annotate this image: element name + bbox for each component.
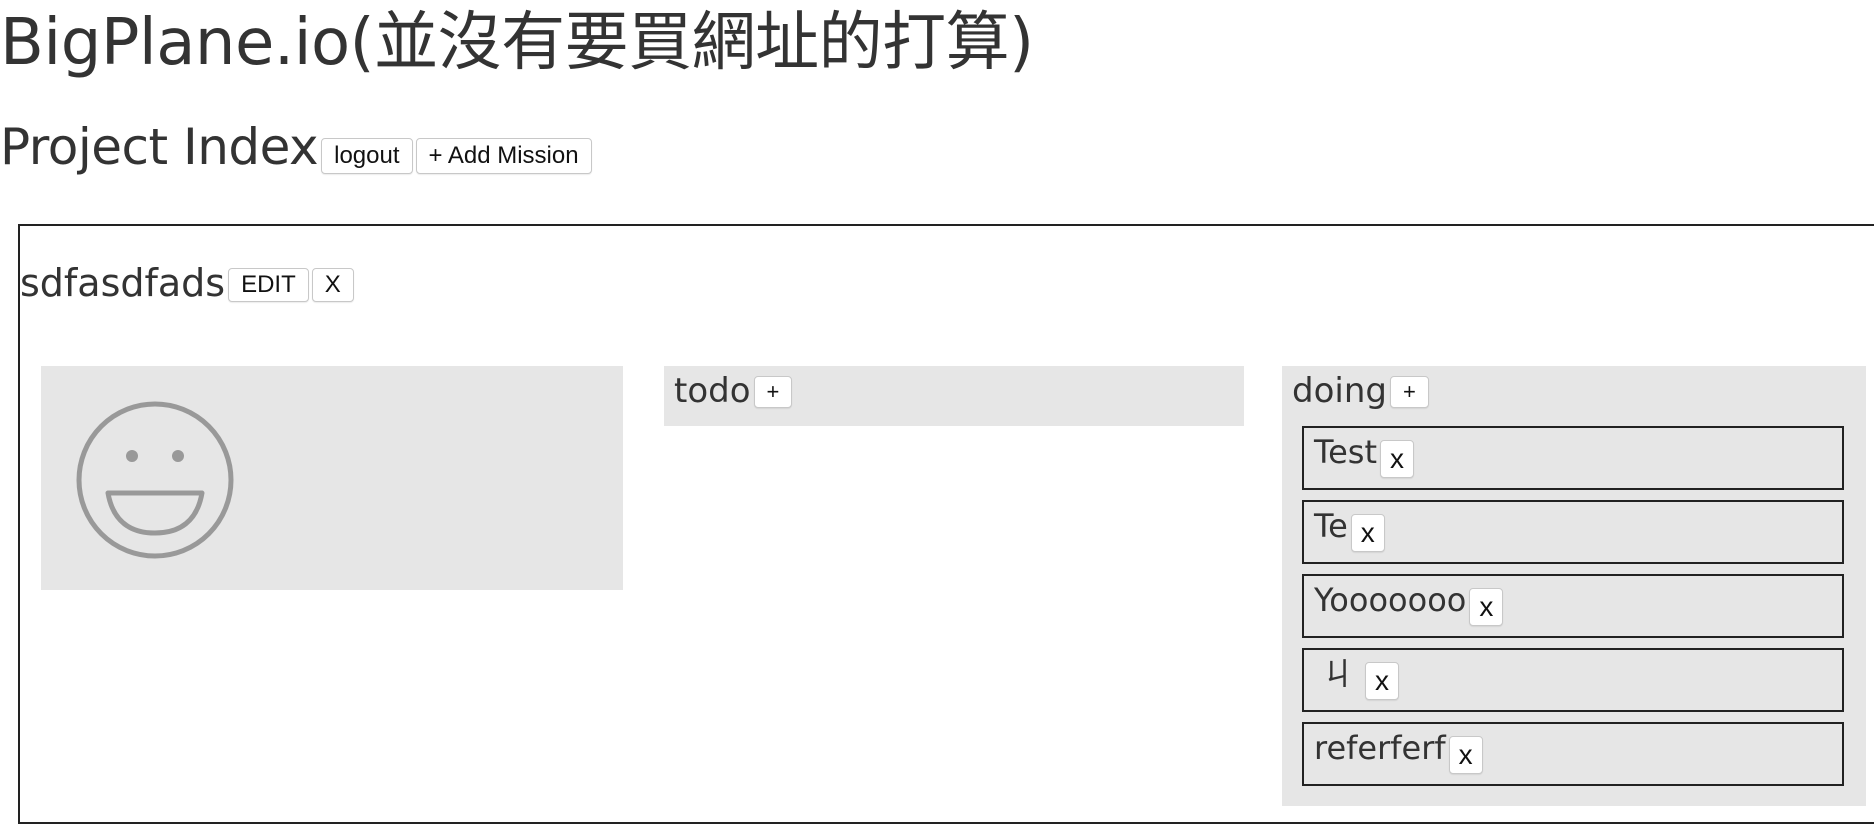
page-header: Project Index logout + Add Mission [0, 118, 592, 176]
task-card: referferf x [1302, 722, 1844, 786]
todo-column: todo + [664, 366, 1244, 426]
doing-column-title: doing [1292, 371, 1387, 411]
project-card: sdfasdfads EDIT X todo + doing + Test x … [18, 224, 1874, 824]
task-card: Test x [1302, 426, 1844, 490]
page-title: Project Index [0, 118, 319, 176]
remove-task-button[interactable]: x [1365, 662, 1400, 700]
todo-column-header: todo + [674, 371, 793, 411]
task-card: ㄐ x [1302, 648, 1844, 712]
project-name: sdfasdfads [20, 261, 226, 305]
task-label: referferf [1314, 729, 1446, 767]
task-card: Yooooooo x [1302, 574, 1844, 638]
task-label: Te [1314, 507, 1348, 545]
delete-project-button[interactable]: X [311, 268, 354, 302]
smiley-face-icon [76, 401, 234, 559]
project-avatar-panel [41, 366, 623, 590]
logout-button[interactable]: logout [321, 138, 413, 174]
project-header: sdfasdfads EDIT X [20, 264, 354, 302]
doing-column: doing + Test x Te x Yooooooo x ㄐ x refer… [1282, 366, 1866, 806]
doing-column-header: doing + [1292, 374, 1429, 408]
site-title: BigPlane.io(並沒有要買網址的打算) [0, 6, 1034, 80]
task-label: Yooooooo [1314, 581, 1467, 619]
remove-task-button[interactable]: x [1380, 440, 1415, 478]
remove-task-button[interactable]: x [1448, 736, 1483, 774]
task-label: Test [1314, 433, 1378, 471]
task-label: ㄐ [1322, 655, 1355, 693]
edit-project-button[interactable]: EDIT [228, 268, 309, 302]
remove-task-button[interactable]: x [1469, 588, 1504, 626]
todo-column-title: todo [674, 371, 751, 411]
add-doing-button[interactable]: + [1389, 376, 1429, 408]
remove-task-button[interactable]: x [1350, 514, 1385, 552]
task-card: Te x [1302, 500, 1844, 564]
add-mission-button[interactable]: + Add Mission [415, 138, 592, 174]
add-todo-button[interactable]: + [753, 376, 793, 408]
